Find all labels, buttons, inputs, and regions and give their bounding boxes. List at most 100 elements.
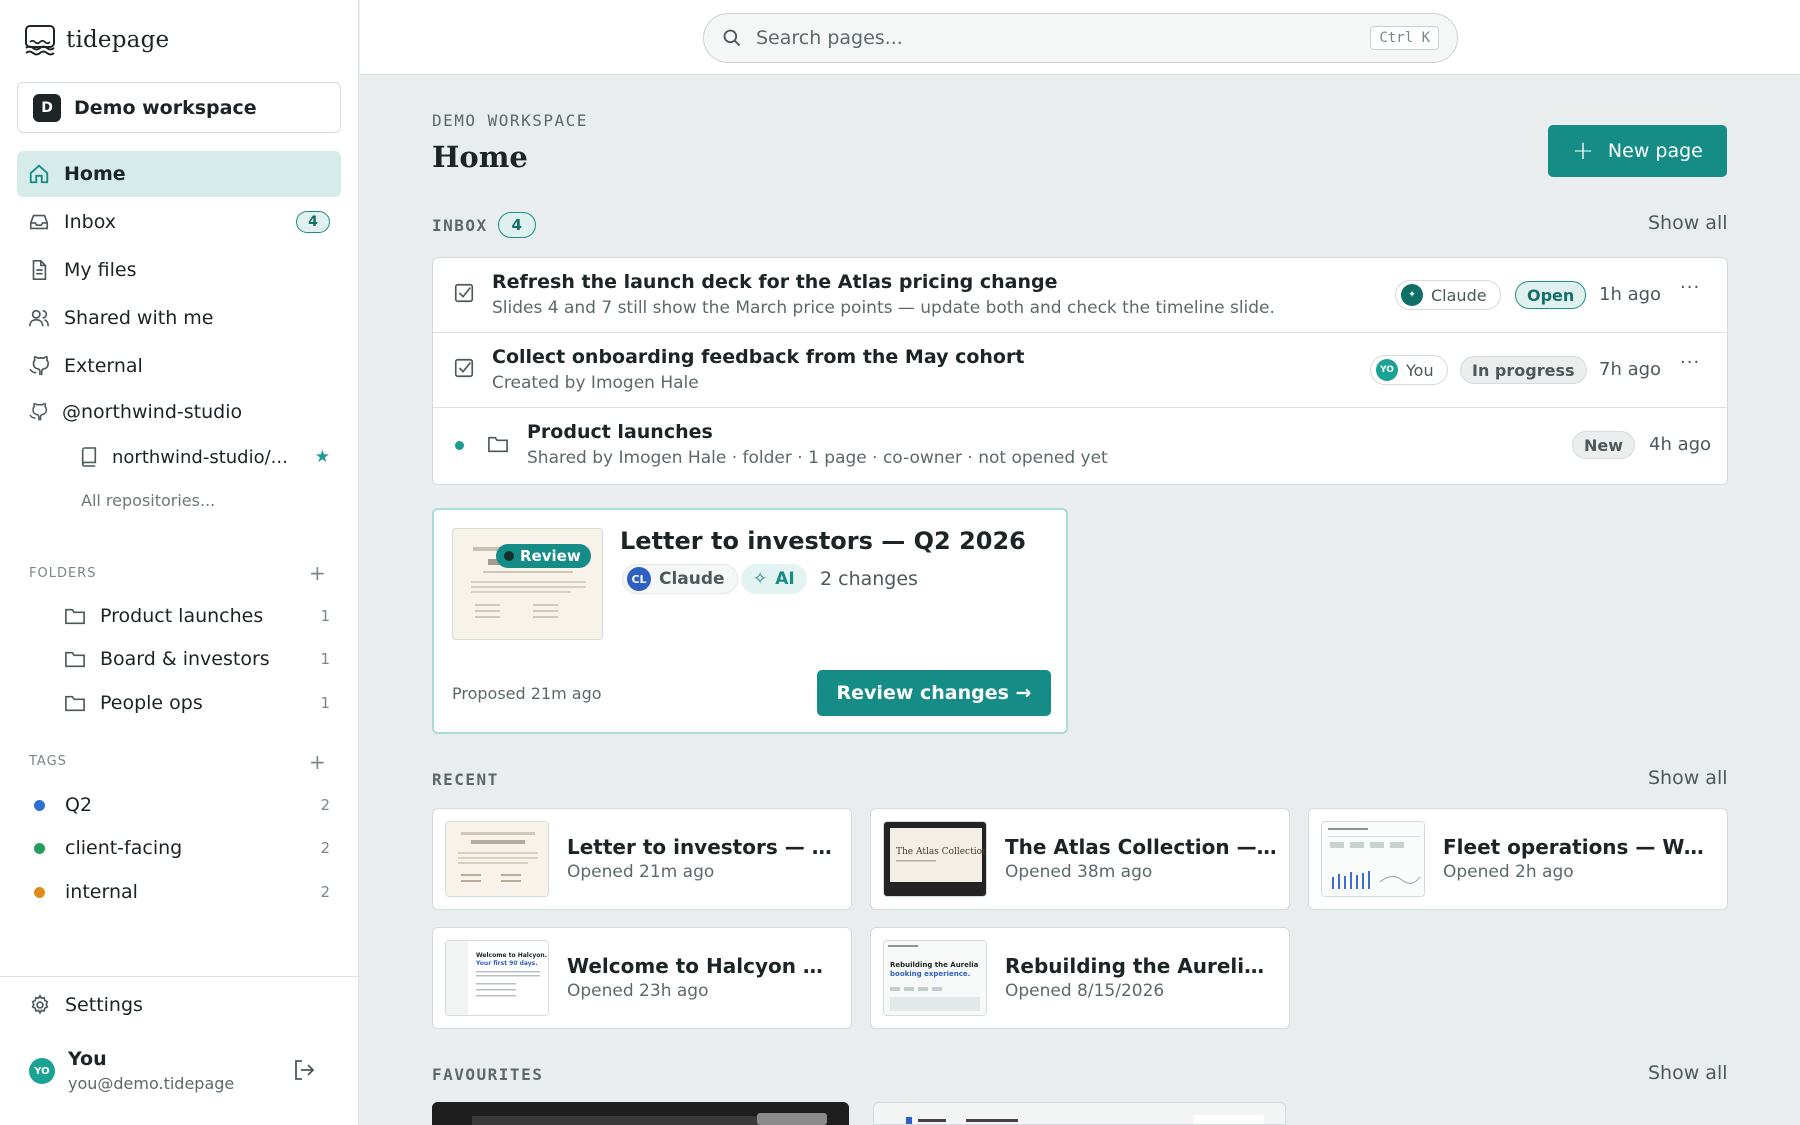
favourites-heading-label: FAVOURITES xyxy=(432,1065,544,1084)
user-name: You xyxy=(68,1048,107,1070)
tags-heading: TAGS xyxy=(29,754,67,769)
gear-icon xyxy=(31,994,49,1015)
assignee-chip[interactable]: ✦ Claude xyxy=(1395,280,1501,310)
recent-page-title: Rebuilding the Aurelia ... xyxy=(1005,954,1277,978)
app-name: tidepage xyxy=(66,27,170,53)
sidebar-item-label: @northwind-studio xyxy=(62,401,243,423)
sidebar-item-label: External xyxy=(64,355,143,377)
author-avatar: CL xyxy=(627,567,651,591)
inbox-row-title: Refresh the launch deck for the Atlas pr… xyxy=(492,271,1058,293)
status-badge: In progress xyxy=(1460,356,1587,384)
add-folder-icon[interactable]: + xyxy=(309,563,326,583)
inbox-row[interactable]: Collect onboarding feedback from the May… xyxy=(433,333,1729,408)
sidebar: tidepage D Demo workspace Home Inbox 4 M… xyxy=(0,0,359,1125)
inbox-heading-count: 4 xyxy=(497,212,536,238)
favourites-show-all-link[interactable]: Show all xyxy=(1648,1062,1728,1084)
recent-page-title: The Atlas Collection — I... xyxy=(1005,835,1277,859)
home-icon xyxy=(29,164,49,184)
star-icon[interactable]: ★ xyxy=(315,447,330,467)
review-dot-icon xyxy=(504,551,514,561)
user-avatar: YO xyxy=(29,1058,55,1084)
search-icon xyxy=(723,29,741,47)
task-checkbox-icon[interactable] xyxy=(453,357,475,379)
sidebar-item-external[interactable]: External xyxy=(17,343,341,389)
tag-item[interactable]: Q2 2 xyxy=(34,789,330,821)
folder-item[interactable]: People ops 1 xyxy=(64,687,330,719)
logout-icon[interactable] xyxy=(292,1058,316,1082)
tag-name: internal xyxy=(65,881,138,903)
change-count: 2 changes xyxy=(820,568,918,590)
search-input[interactable] xyxy=(756,27,1356,49)
tag-item[interactable]: client-facing 2 xyxy=(34,832,330,864)
recent-page-card[interactable]: Letter to investors — Q... Opened 21m ag… xyxy=(432,808,852,910)
favourite-card[interactable] xyxy=(873,1102,1286,1125)
recent-page-card[interactable]: The Atlas Collection The Atlas Collectio… xyxy=(870,808,1290,910)
folder-item[interactable]: Product launches 1 xyxy=(64,600,330,632)
top-bar: Ctrl K xyxy=(360,0,1800,75)
svg-text:booking experience.: booking experience. xyxy=(890,970,970,978)
tag-count: 2 xyxy=(320,839,330,857)
wave-logo-icon xyxy=(25,25,55,56)
sidebar-item-shared-with-me[interactable]: Shared with me xyxy=(17,295,341,341)
recent-show-all-link[interactable]: Show all xyxy=(1648,767,1728,789)
all-repositories-link[interactable]: All repositories... xyxy=(81,491,215,510)
recent-page-card[interactable]: Welcome to Halcyon. Your first 90 days. W… xyxy=(432,927,852,1029)
sidebar-item-home[interactable]: Home xyxy=(17,151,341,197)
recent-heading: RECENT xyxy=(432,770,499,789)
tag-item[interactable]: internal 2 xyxy=(34,876,330,908)
status-badge: Open xyxy=(1515,281,1587,309)
inbox-row[interactable]: Refresh the launch deck for the Atlas pr… xyxy=(433,258,1729,333)
workspace-switcher[interactable]: D Demo workspace xyxy=(17,82,341,133)
search-bar[interactable]: Ctrl K xyxy=(703,13,1458,63)
assignee-chip[interactable]: YO You xyxy=(1370,355,1448,385)
new-page-button[interactable]: + New page xyxy=(1548,125,1727,177)
status-badge: New xyxy=(1572,431,1636,459)
ai-chip: ✧ AI xyxy=(741,564,807,594)
add-tag-icon[interactable]: + xyxy=(309,752,326,772)
sidebar-item-label: My files xyxy=(64,259,137,281)
page-thumbnail: Rebuilding the Aurelia booking experience… xyxy=(883,940,987,1016)
sidebar-item-label: Shared with me xyxy=(64,307,214,329)
folders-heading: FOLDERS xyxy=(29,566,97,581)
sidebar-item-inbox[interactable]: Inbox 4 xyxy=(17,199,341,245)
file-icon xyxy=(32,260,47,280)
more-options-icon[interactable]: ··· xyxy=(1680,352,1700,373)
new-page-label: New page xyxy=(1607,140,1703,162)
inbox-row[interactable]: Product launches Shared by Imogen Hale ·… xyxy=(433,408,1729,483)
settings-label: Settings xyxy=(65,994,143,1016)
repository-item[interactable]: northwind-studio/... ★ xyxy=(80,442,340,472)
page-thumbnail xyxy=(445,821,549,897)
workspace-name: Demo workspace xyxy=(74,96,257,119)
task-checkbox-icon[interactable] xyxy=(453,282,475,304)
folder-item[interactable]: Board & investors 1 xyxy=(64,643,330,675)
page-thumbnail xyxy=(1321,821,1425,897)
sidebar-item-org[interactable]: @northwind-studio xyxy=(17,389,341,435)
tag-name: Q2 xyxy=(65,794,93,816)
review-pill-label: Review xyxy=(520,547,581,565)
tag-color-dot xyxy=(34,799,45,811)
breadcrumb: DEMO WORKSPACE xyxy=(432,111,588,130)
recent-page-opened: Opened 21m ago xyxy=(567,862,715,882)
assignee-name: You xyxy=(1406,360,1434,380)
assignee-avatar: YO xyxy=(1376,359,1398,381)
inbox-row-subtitle: Shared by Imogen Hale · folder · 1 page … xyxy=(527,448,1108,468)
sidebar-divider xyxy=(0,976,359,977)
inbox-show-all-link[interactable]: Show all xyxy=(1648,212,1728,234)
review-card[interactable]: Review Letter to investors — Q2 2026 CL … xyxy=(432,508,1068,734)
unread-indicator xyxy=(455,441,464,450)
settings-button[interactable]: Settings xyxy=(29,994,143,1016)
repo-book-icon xyxy=(81,447,97,467)
recent-page-card[interactable]: Fleet operations — Wee... Opened 2h ago xyxy=(1308,808,1728,910)
tag-count: 2 xyxy=(320,796,330,814)
logo[interactable]: tidepage xyxy=(24,24,169,56)
sparkle-icon: ✧ xyxy=(753,569,768,589)
recent-page-card[interactable]: Rebuilding the Aurelia booking experience… xyxy=(870,927,1290,1029)
more-options-icon[interactable]: ··· xyxy=(1680,277,1700,298)
inbox-row-subtitle: Slides 4 and 7 still show the March pric… xyxy=(492,298,1275,318)
user-profile[interactable]: YO You you@demo.tidepage xyxy=(29,1046,329,1096)
assignee-name: Claude xyxy=(1431,285,1487,305)
sidebar-item-my-files[interactable]: My files xyxy=(17,247,341,293)
favourite-card[interactable] xyxy=(432,1102,849,1125)
review-changes-button[interactable]: Review changes → xyxy=(817,670,1051,716)
inbox-row-time: 7h ago xyxy=(1599,359,1662,380)
